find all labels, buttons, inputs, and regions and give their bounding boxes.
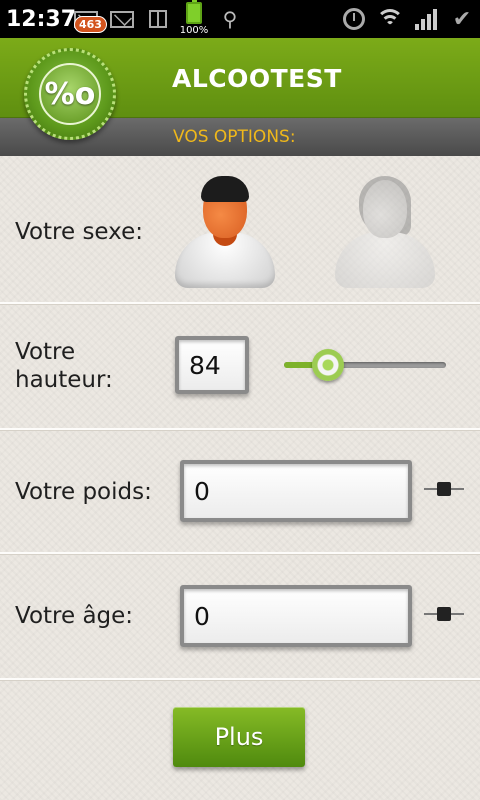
height-value-box[interactable]: 84 (175, 336, 249, 394)
app-logo: %o (24, 48, 116, 140)
mail-icon: 463 (68, 0, 107, 38)
permille-icon: %o (39, 63, 101, 125)
plus-button[interactable]: Plus (173, 707, 305, 767)
signal-icon (408, 0, 444, 38)
notification-badge: 463 (74, 16, 107, 33)
height-label-line2: hauteur: (15, 367, 113, 393)
sex-row: Votre sexe: (0, 158, 480, 304)
age-input[interactable]: 0 (180, 585, 412, 647)
age-stepper[interactable] (424, 607, 464, 621)
height-slider-thumb[interactable] (311, 349, 344, 381)
sex-label: Votre sexe: (15, 219, 143, 245)
mail-icon (104, 0, 140, 38)
check-icon: ✔ (452, 6, 472, 32)
weight-label: Votre poids: (15, 479, 152, 505)
female-avatar-button[interactable] (335, 176, 435, 291)
weight-stepper[interactable] (424, 482, 464, 496)
height-label: Votre hauteur: (15, 338, 113, 394)
clock: 12:37 (6, 6, 77, 32)
gift-icon (140, 0, 176, 38)
male-avatar-button[interactable] (175, 176, 275, 291)
age-label: Votre âge: (15, 603, 134, 629)
weight-input[interactable]: 0 (180, 460, 412, 522)
app-title: ALCOOTEST (172, 64, 342, 93)
battery-icon: 100% (176, 0, 212, 38)
usb-icon: ⚲ (222, 7, 238, 31)
height-slider-track[interactable] (284, 362, 446, 368)
alarm-icon (336, 0, 372, 38)
status-bar: 12:37 463 100% ⚲ ✔ (0, 0, 480, 38)
wifi-icon (372, 0, 408, 38)
battery-level: 100% (179, 25, 209, 36)
height-label-line1: Votre (15, 339, 76, 365)
options-title: VOS OPTIONS: (173, 127, 296, 147)
